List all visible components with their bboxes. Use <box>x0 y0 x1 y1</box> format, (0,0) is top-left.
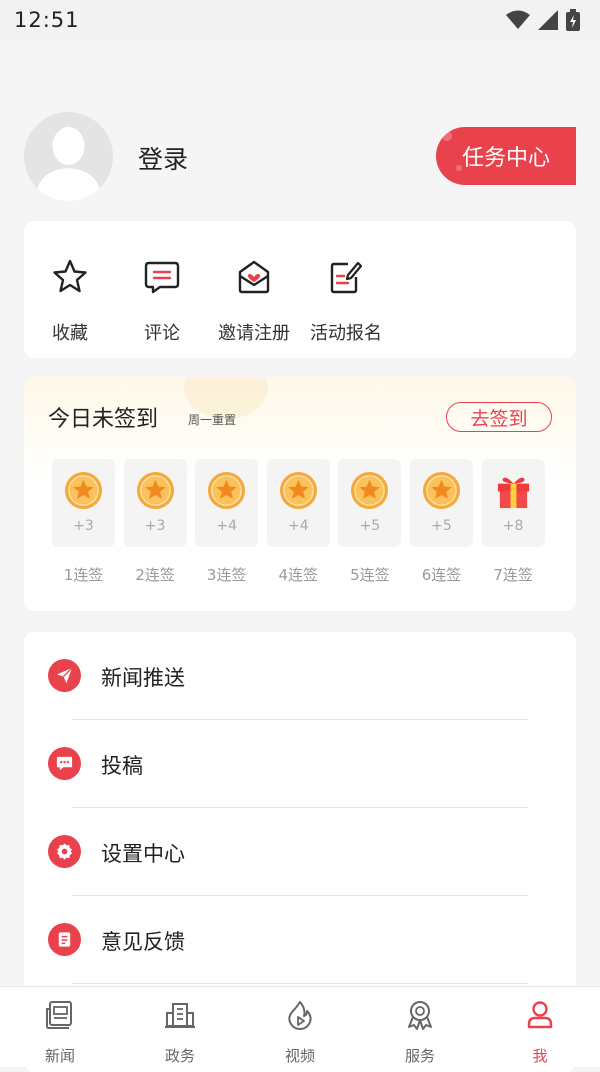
day-points: +3 <box>144 518 166 534</box>
nav-tab-services[interactable]: 服务 <box>360 987 480 1067</box>
menu-item-label: 投稿 <box>101 754 143 778</box>
day-streak-label: 6连签 <box>421 566 462 584</box>
day-points: +5 <box>359 518 381 534</box>
day-streak-label: 7连签 <box>493 566 533 584</box>
news-icon <box>46 1001 72 1029</box>
profile-header: 登录 任务中心 <box>0 110 600 205</box>
day-points: +8 <box>502 518 524 534</box>
login-link[interactable]: 登录 <box>138 140 188 176</box>
quick-action-label: 邀请注册 <box>218 323 290 344</box>
task-center-button[interactable]: 任务中心 <box>436 127 576 185</box>
status-icons <box>506 9 580 31</box>
sign-in-day-2: +3 <box>123 459 187 547</box>
nav-label: 政务 <box>164 1047 195 1065</box>
menu-item-feedback[interactable]: 意见反馈 <box>24 896 576 984</box>
quick-action-label: 评论 <box>144 323 180 344</box>
status-bar: 12:51 <box>0 0 600 40</box>
avatar-placeholder-icon <box>24 112 113 201</box>
sign-in-day-1: +3 <box>52 459 115 547</box>
quick-action-favorites[interactable]: 收藏 <box>24 257 116 345</box>
nav-label: 服务 <box>404 1047 435 1065</box>
nav-label: 新闻 <box>44 1047 75 1065</box>
day-points: +3 <box>73 518 94 534</box>
sign-in-day-7: +8 <box>481 459 545 547</box>
sign-in-day-4: +4 <box>266 459 330 547</box>
nav-tab-news[interactable]: 新闻 <box>0 987 120 1067</box>
sign-in-day-5: +5 <box>338 459 402 547</box>
gear-icon <box>48 835 81 868</box>
sign-in-title: 今日未签到 <box>48 407 159 432</box>
menu-item-label: 意见反馈 <box>101 930 185 954</box>
quick-actions-card: 收藏 评论 邀请注册 活动报名 <box>24 221 576 358</box>
bottom-nav: 新闻 政务 视频 服务 我 <box>0 986 600 1067</box>
menu-item-label: 设置中心 <box>101 842 185 866</box>
menu-item-news-push[interactable]: 新闻推送 <box>24 632 576 720</box>
comment-icon <box>144 261 180 294</box>
nav-label: 视频 <box>284 1047 315 1065</box>
signup-form-icon <box>330 261 363 294</box>
coin-icon <box>136 471 174 510</box>
coin-icon <box>422 471 461 510</box>
sign-in-card: 今日未签到 周一重置 去签到 +3 1连签 +3 2连签 +4 3连签 +4 4连签 +5 5连签… <box>24 377 576 611</box>
message-icon <box>48 747 81 780</box>
gift-icon <box>497 477 529 509</box>
sign-in-day-6: +5 <box>410 459 473 547</box>
menu-item-label: 新闻推送 <box>101 666 185 690</box>
quick-action-comments[interactable]: 评论 <box>116 257 208 345</box>
day-streak-label: 5连签 <box>350 566 390 584</box>
day-streak-label: 2连签 <box>135 566 175 584</box>
status-time: 12:51 <box>14 8 80 32</box>
day-points: +5 <box>431 518 452 534</box>
day-points: +4 <box>216 518 237 534</box>
quick-action-signup[interactable]: 活动报名 <box>300 257 392 345</box>
menu-item-settings[interactable]: 设置中心 <box>24 808 576 896</box>
coin-icon <box>351 471 389 510</box>
day-points: +4 <box>287 518 309 534</box>
nav-tab-government[interactable]: 政务 <box>120 987 240 1067</box>
coin-icon <box>64 471 103 510</box>
flame-icon <box>288 1001 312 1030</box>
day-streak-label: 3连签 <box>206 566 247 584</box>
quick-action-label: 收藏 <box>52 323 88 344</box>
signal-icon <box>538 10 558 30</box>
battery-icon <box>566 9 580 31</box>
nav-tab-video[interactable]: 视频 <box>240 987 360 1067</box>
invite-mail-icon <box>238 260 270 294</box>
avatar[interactable] <box>24 112 113 201</box>
feedback-icon <box>48 923 81 956</box>
divider <box>72 983 528 984</box>
nav-tab-me[interactable]: 我 <box>480 987 600 1067</box>
wifi-icon <box>506 10 530 29</box>
building-icon <box>165 1003 195 1028</box>
sign-in-subtitle: 周一重置 <box>188 413 237 427</box>
quick-action-invite[interactable]: 邀请注册 <box>208 257 300 345</box>
user-icon <box>527 1001 553 1029</box>
menu-item-submit[interactable]: 投稿 <box>24 720 576 808</box>
paper-plane-icon <box>48 659 81 692</box>
star-icon <box>53 259 87 293</box>
day-streak-label: 1连签 <box>63 566 104 584</box>
coin-icon <box>208 471 246 510</box>
day-streak-label: 4连签 <box>278 566 319 584</box>
nav-label: 我 <box>532 1047 548 1065</box>
sign-in-day-3: +4 <box>195 459 259 547</box>
ribbon-icon <box>408 1001 432 1030</box>
task-center-label: 任务中心 <box>461 146 550 171</box>
sign-in-button[interactable]: 去签到 <box>446 402 552 432</box>
coin-icon <box>279 471 317 510</box>
quick-action-label: 活动报名 <box>310 323 382 344</box>
